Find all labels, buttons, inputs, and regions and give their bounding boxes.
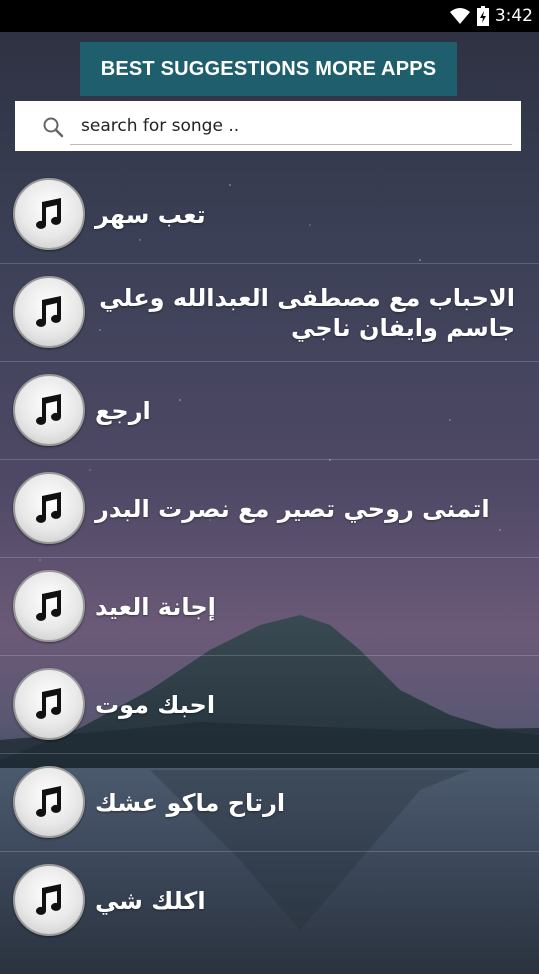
music-note-icon — [13, 472, 85, 544]
list-item[interactable]: اكلك شي — [0, 852, 539, 950]
song-title: إجانة العيد — [95, 593, 216, 621]
music-note-icon — [13, 276, 85, 348]
song-title: الاحباب مع مصطفى العبدالله وعلي جاسم واي… — [99, 284, 515, 342]
search-bar — [15, 101, 521, 151]
list-item[interactable]: اتمنى روحي تصير مع نصرت البدر — [0, 460, 539, 558]
search-icon — [43, 117, 64, 138]
music-note-icon — [13, 570, 85, 642]
song-title: تعب سهر — [95, 201, 206, 229]
music-note-icon — [13, 864, 85, 936]
status-bar: 3:42 — [0, 0, 539, 32]
list-item[interactable]: تعب سهر — [0, 166, 539, 264]
list-item[interactable]: احبك موت — [0, 656, 539, 754]
song-title: اتمنى روحي تصير مع نصرت البدر — [95, 495, 490, 523]
music-note-icon — [13, 766, 85, 838]
song-title: احبك موت — [95, 691, 216, 719]
list-item[interactable]: الاحباب مع مصطفى العبدالله وعلي جاسم واي… — [0, 264, 539, 362]
song-title: اكلك شي — [95, 887, 206, 915]
music-note-icon — [13, 668, 85, 740]
song-title: ارتاح ماكو عشك — [95, 789, 286, 817]
status-time: 3:42 — [494, 6, 533, 26]
search-input[interactable] — [81, 111, 511, 141]
song-list: تعب سهر الاحباب مع مصطفى العبدالله وعلي … — [0, 166, 539, 950]
list-item[interactable]: ارجع — [0, 362, 539, 460]
more-apps-banner-button[interactable]: BEST SUGGESTIONS MORE APPS — [80, 42, 457, 96]
list-item[interactable]: إجانة العيد — [0, 558, 539, 656]
song-title: ارجع — [95, 397, 151, 425]
search-underline — [70, 144, 512, 145]
banner-label: BEST SUGGESTIONS MORE APPS — [100, 57, 437, 80]
wifi-icon — [449, 7, 471, 25]
music-note-icon — [13, 374, 85, 446]
list-item[interactable]: ارتاح ماكو عشك — [0, 754, 539, 852]
music-note-icon — [13, 178, 85, 250]
battery-icon — [476, 6, 489, 26]
